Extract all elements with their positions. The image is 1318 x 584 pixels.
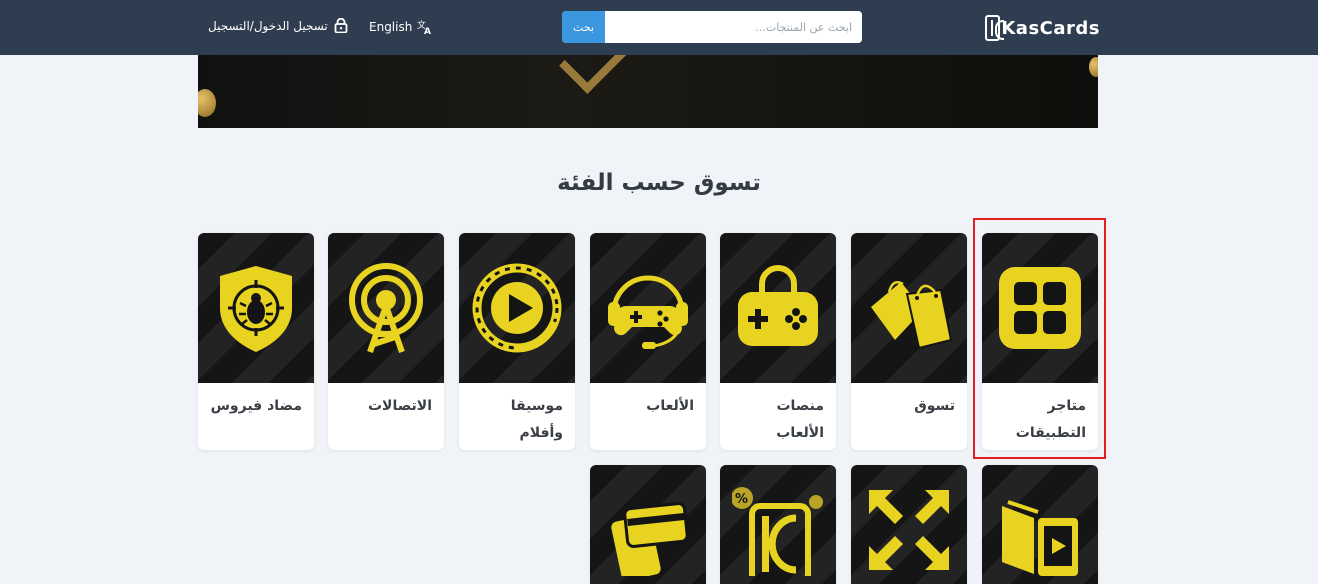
category-card-games[interactable]: الألعاب: [590, 233, 706, 450]
film-reel-play-icon: [472, 263, 562, 353]
category-image: [720, 233, 836, 383]
search-input[interactable]: [605, 11, 862, 43]
category-card-shopping[interactable]: تسوق: [851, 233, 967, 450]
category-image: [851, 233, 967, 383]
login-register-link[interactable]: تسجيل الدخول/التسجيل: [208, 18, 348, 33]
ebook-icon: [1002, 500, 1078, 576]
gamepad-headset-icon: [608, 275, 688, 349]
category-card-music-movies[interactable]: موسيقا وأفلام: [459, 233, 575, 450]
category-label: مضاد فيروس: [210, 398, 302, 414]
coin-decoration: [198, 89, 216, 117]
category-image: [459, 233, 575, 383]
antivirus-shield-icon: [220, 266, 292, 352]
signal-tower-icon: [349, 263, 423, 353]
category-card-ebooks[interactable]: [982, 465, 1098, 584]
category-image: [328, 233, 444, 383]
payment-card-icon: [611, 502, 689, 576]
shopping-bags-icon: [871, 281, 953, 350]
expand-arrows-icon: [869, 490, 949, 570]
category-image: [982, 465, 1098, 584]
search-bar: بحث: [562, 11, 862, 43]
category-image: [851, 465, 967, 584]
category-image: [198, 233, 314, 383]
kascards-logo[interactable]: KasCards: [985, 13, 1100, 43]
category-card-kascards[interactable]: %: [720, 465, 836, 584]
banner-decoration: [559, 55, 637, 94]
category-card-expand[interactable]: [851, 465, 967, 584]
coin-decoration: [1089, 57, 1098, 77]
translate-icon: 文 A: [417, 19, 431, 35]
svg-text:A: A: [424, 27, 431, 35]
category-image: [590, 233, 706, 383]
selection-highlight: [973, 218, 1106, 459]
category-label: تسوق: [914, 398, 955, 414]
login-label: تسجيل الدخول/التسجيل: [208, 18, 328, 33]
category-card-payment-cards[interactable]: [590, 465, 706, 584]
category-label: الاتصالات: [367, 398, 432, 414]
category-card-telecom[interactable]: الاتصالات: [328, 233, 444, 450]
category-label: منصات الألعاب: [776, 398, 824, 441]
category-card-antivirus[interactable]: مضاد فيروس: [198, 233, 314, 450]
kascards-card-icon: %: [732, 487, 823, 576]
logo-mark-icon: [985, 15, 1005, 41]
game-console-icon: [738, 265, 818, 346]
language-switch[interactable]: English 文 A: [369, 19, 433, 35]
promo-banner[interactable]: [198, 55, 1098, 128]
section-title: تسوق حسب الفئة: [557, 170, 761, 196]
category-label: الألعاب: [646, 398, 694, 414]
search-button[interactable]: بحث: [562, 11, 605, 43]
category-image: %: [720, 465, 836, 584]
lock-icon: [334, 18, 348, 33]
top-navbar: KasCards بحث English 文 A تسجيل الدخول/ال…: [0, 0, 1318, 55]
category-image: [590, 465, 706, 584]
language-label: English: [369, 20, 413, 34]
category-label: موسيقا وأفلام: [510, 398, 563, 441]
category-card-gaming-platforms[interactable]: منصات الألعاب: [720, 233, 836, 450]
svg-text:%: %: [735, 492, 748, 507]
